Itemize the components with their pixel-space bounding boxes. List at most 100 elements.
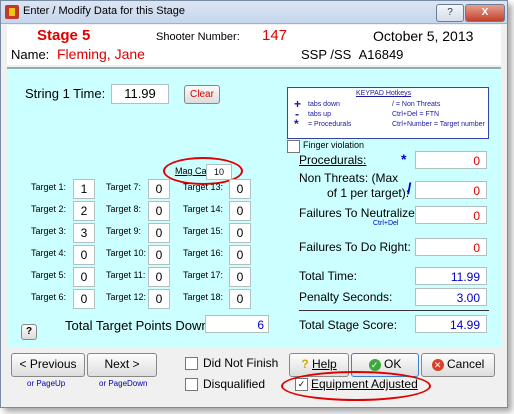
next-button[interactable]: Next > (87, 353, 157, 377)
footer: < Previous or PageUp Next > or PageDown … (7, 347, 501, 403)
small-help-button[interactable]: ? (21, 324, 37, 340)
target-label: Target 17: (183, 270, 224, 280)
stage-score-label: Total Stage Score: (299, 318, 398, 332)
target-input[interactable]: 0 (229, 179, 251, 199)
equipment-adjusted-checkbox[interactable]: ✓ (295, 378, 308, 391)
ok-label: OK (384, 357, 402, 371)
keypad-line: tabs up (308, 111, 331, 118)
target-label: Target 18: (183, 292, 224, 302)
previous-hint: or PageUp (27, 379, 66, 388)
string-time-label: String 1 Time: (25, 86, 106, 101)
stage-title: Stage 5 (37, 27, 91, 44)
target-input[interactable]: 2 (73, 201, 95, 221)
help-button[interactable]: ? Help (289, 353, 349, 377)
target-input[interactable]: 0 (148, 245, 170, 265)
equipment-adjusted-label: Equipment Adjusted (311, 377, 418, 391)
previous-button[interactable]: < Previous (11, 353, 85, 377)
close-button[interactable]: X (465, 4, 505, 22)
target-input[interactable]: 0 (148, 289, 170, 309)
app-icon (5, 5, 19, 19)
target-label: Target 8: (106, 204, 142, 214)
class-id: A16849 (358, 47, 404, 62)
title-help-button[interactable]: ? (436, 4, 464, 22)
header-panel: Stage 5 Shooter Number: 147 October 5, 2… (7, 25, 501, 65)
ftn-label: Failures To Neutralize: (299, 206, 419, 220)
total-points-value: 6 (205, 315, 269, 333)
did-not-finish-checkbox[interactable] (185, 357, 198, 370)
keypad-line: = Procedurals (308, 121, 352, 128)
scoring-panel: String 1 Time: 11.99 Clear KEYPAD Hotkey… (7, 67, 501, 349)
shooter-name: Fleming, Jane (57, 46, 145, 62)
ftn-input[interactable]: 0 (415, 206, 487, 224)
finger-violation-checkbox[interactable] (287, 140, 300, 153)
non-threats-label-2: of 1 per target): (327, 186, 410, 200)
stage-score-value: 14.99 (415, 315, 487, 333)
name-label: Name: (11, 47, 50, 62)
slash-icon: / (407, 181, 412, 198)
non-threats-input[interactable]: 0 (415, 181, 487, 199)
target-label: Target 9: (106, 226, 142, 236)
target-input[interactable]: 0 (229, 223, 251, 243)
mag-cap-input[interactable]: 10 (206, 164, 232, 180)
target-label: Target 12: (106, 292, 147, 302)
target-label: Target 5: (31, 270, 67, 280)
target-label: Target 2: (31, 204, 67, 214)
target-label: Target 4: (31, 248, 67, 258)
target-input[interactable]: 0 (148, 223, 170, 243)
star-icon: * (294, 117, 299, 131)
keypad-line: Ctrl+Number = Target number (392, 121, 485, 128)
target-input[interactable]: 0 (73, 245, 95, 265)
keypad-line: tabs down (308, 101, 340, 108)
class-label: SSP /SS (301, 47, 352, 62)
target-input[interactable]: 0 (148, 179, 170, 199)
procedurals-input[interactable]: 0 (415, 151, 487, 169)
cancel-label: Cancel (446, 357, 485, 371)
dialog-window: Enter / Modify Data for this Stage ? X S… (0, 0, 508, 408)
target-input[interactable]: 1 (73, 179, 95, 199)
target-input[interactable]: 0 (73, 267, 95, 287)
keypad-hotkeys: KEYPAD Hotkeys + - * tabs down tabs up =… (287, 87, 489, 139)
procedurals-label: Procedurals: (299, 153, 367, 167)
disqualified-checkbox[interactable] (185, 378, 198, 391)
target-input[interactable]: 0 (229, 289, 251, 309)
cancel-button[interactable]: ✕ Cancel (421, 353, 495, 377)
keypad-line: / = Non Threats (392, 101, 441, 108)
shooter-number-label: Shooter Number: (156, 31, 240, 43)
ftn-hint: Ctrl+Del (373, 220, 399, 227)
ok-button[interactable]: ✓ OK (351, 353, 419, 377)
clear-button[interactable]: Clear (184, 85, 220, 104)
target-label: Target 1: (31, 182, 67, 192)
star-icon: * (401, 151, 407, 167)
string-time-input[interactable]: 11.99 (111, 84, 169, 104)
fdr-input[interactable]: 0 (415, 238, 487, 256)
target-label: Target 6: (31, 292, 67, 302)
disqualified-label: Disqualified (203, 377, 266, 391)
finger-violation-label: Finger violation (303, 140, 365, 150)
target-input[interactable]: 0 (148, 267, 170, 287)
match-date: October 5, 2013 (373, 28, 474, 44)
next-hint: or PageDown (99, 379, 148, 388)
shooter-class: SSP /SS A16849 (301, 47, 403, 62)
shooter-number: 147 (262, 27, 288, 44)
target-input[interactable]: 0 (73, 289, 95, 309)
checkmark-icon: ✓ (368, 358, 381, 371)
keypad-title: KEYPAD Hotkeys (356, 90, 412, 97)
did-not-finish-label: Did Not Finish (203, 356, 279, 370)
target-input[interactable]: 0 (229, 267, 251, 287)
keypad-line: Ctrl+Del = FTN (392, 111, 440, 118)
help-icon: ? (301, 357, 309, 371)
window-title: Enter / Modify Data for this Stage (23, 5, 186, 17)
target-label: Target 13: (183, 182, 224, 192)
target-input[interactable]: 3 (73, 223, 95, 243)
target-label: Target 15: (183, 226, 224, 236)
total-time-label: Total Time: (299, 269, 358, 283)
target-input[interactable]: 0 (148, 201, 170, 221)
help-label: Help (312, 357, 337, 371)
title-bar: Enter / Modify Data for this Stage ? X (1, 1, 507, 24)
cancel-icon: ✕ (431, 358, 444, 371)
penalty-seconds-label: Penalty Seconds: (299, 290, 393, 304)
target-input[interactable]: 0 (229, 201, 251, 221)
total-points-label: Total Target Points Down: (65, 318, 213, 333)
target-input[interactable]: 0 (229, 245, 251, 265)
target-label: Target 14: (183, 204, 224, 214)
